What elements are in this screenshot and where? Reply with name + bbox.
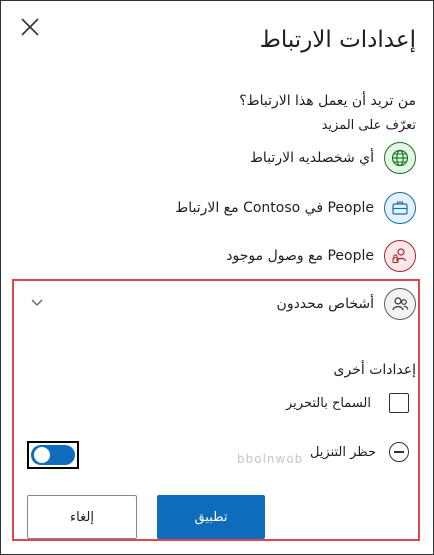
apply-button[interactable]: تطبيق bbox=[157, 495, 265, 539]
other-settings-title: إعدادات أخرى bbox=[333, 362, 416, 378]
ghost-text: bbolnwob bbox=[237, 452, 304, 466]
toggle-knob bbox=[34, 447, 50, 463]
option-existing-access[interactable]: People مع وصول موجود bbox=[226, 239, 416, 273]
option-anyone[interactable]: أي شخصلديه الارتباط bbox=[250, 141, 416, 175]
people-lock-icon bbox=[384, 240, 416, 272]
close-button[interactable] bbox=[19, 16, 41, 38]
block-download-row: حظر التنزيل bbox=[310, 442, 409, 462]
option-people-in-org[interactable]: People في Contoso مع الارتباط bbox=[175, 191, 416, 225]
block-download-toggle[interactable] bbox=[27, 441, 79, 469]
globe-icon bbox=[384, 142, 416, 174]
briefcase-icon bbox=[384, 192, 416, 224]
allow-editing-label: السماح بالتحرير bbox=[286, 395, 371, 411]
close-icon bbox=[21, 18, 39, 36]
allow-editing-row[interactable]: السماح بالتحرير bbox=[286, 393, 409, 413]
option-label: People مع وصول موجود bbox=[226, 248, 374, 264]
dialog-title: إعدادات الارتباط bbox=[259, 27, 416, 53]
cancel-button[interactable]: إلغاء bbox=[27, 495, 137, 539]
allow-editing-checkbox[interactable] bbox=[389, 393, 409, 413]
block-icon bbox=[389, 442, 409, 462]
option-label: People في Contoso مع الارتباط bbox=[175, 200, 374, 216]
link-settings-dialog: إعدادات الارتباط من تريد أن يعمل هذا الا… bbox=[0, 0, 434, 555]
audience-question: من تريد أن يعمل هذا الارتباط؟ bbox=[239, 93, 416, 109]
learn-more-link[interactable]: تعرّف على المزيد bbox=[322, 118, 416, 133]
block-download-label: حظر التنزيل bbox=[309, 444, 376, 460]
option-label: أي شخصلديه الارتباط bbox=[249, 150, 374, 166]
